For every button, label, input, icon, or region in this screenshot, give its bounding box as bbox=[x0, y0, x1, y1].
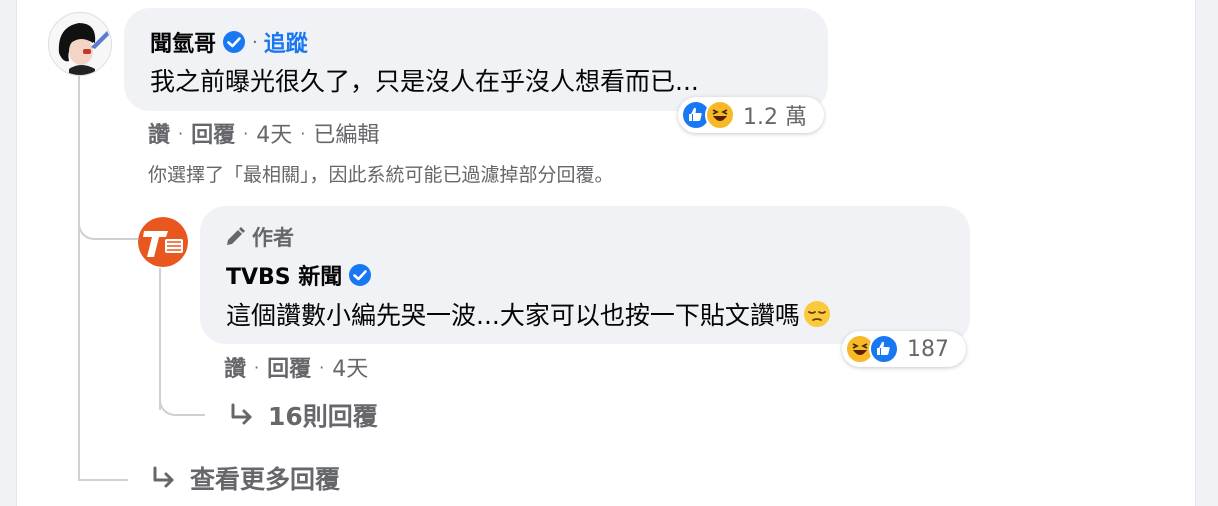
dot-separator: · bbox=[243, 123, 249, 143]
like-button[interactable]: 讚 bbox=[148, 117, 170, 149]
reply-text: 這個讚數小編先哭一波...大家可以也按一下貼文讚嗎 bbox=[226, 301, 800, 330]
dot-separator: · bbox=[252, 31, 258, 53]
commenter-avatar[interactable] bbox=[48, 12, 112, 76]
dot-separator: · bbox=[300, 123, 306, 143]
reply-reactions[interactable]: 187 bbox=[842, 331, 966, 367]
reply-timestamp[interactable]: 4天 bbox=[332, 351, 368, 383]
comment-reactions[interactable]: 1.2 萬 bbox=[678, 97, 824, 133]
edited-label[interactable]: 已編輯 bbox=[313, 117, 379, 149]
author-badge-label: 作者 bbox=[252, 226, 294, 250]
reply-button[interactable]: 回覆 bbox=[191, 117, 235, 149]
reply-thread-curve bbox=[159, 384, 205, 416]
comment-timestamp[interactable]: 4天 bbox=[256, 117, 292, 149]
verified-badge-icon bbox=[349, 264, 372, 286]
view-replies-label: 16則回覆 bbox=[268, 402, 378, 431]
pensive-face-icon bbox=[803, 301, 830, 327]
tvbs-avatar[interactable] bbox=[138, 217, 188, 267]
thread-line-connector bbox=[78, 479, 128, 481]
reaction-count: 1.2 萬 bbox=[743, 105, 807, 130]
comment-author-name[interactable]: 聞氫哥 bbox=[150, 26, 216, 58]
like-reaction-icon bbox=[869, 334, 899, 364]
reply-text-row: 這個讚數小編先哭一波...大家可以也按一下貼文讚嗎 bbox=[226, 296, 832, 332]
reply-arrow-icon bbox=[153, 466, 174, 488]
comment-text: 我之前曝光很久了，只是沒人在乎沒人想看而已... bbox=[150, 67, 699, 96]
haha-reaction-icon bbox=[705, 100, 735, 130]
pencil-icon bbox=[227, 227, 245, 245]
follow-button[interactable]: 追蹤 bbox=[264, 26, 308, 58]
filter-notice: 你選擇了「最相關」，因此系統可能已過濾掉部分回覆。 bbox=[148, 164, 614, 186]
thread-line bbox=[78, 76, 80, 481]
view-replies-button[interactable]: 16則回覆 bbox=[228, 397, 378, 433]
comment-author-row: 聞氫哥 · 追蹤 bbox=[150, 26, 308, 58]
reaction-count: 187 bbox=[907, 336, 949, 362]
dot-separator: · bbox=[178, 123, 184, 143]
comment-actions: 讚 · 回覆 · 4天 · 已編輯 bbox=[148, 117, 379, 149]
verified-badge-icon bbox=[223, 31, 246, 53]
like-button[interactable]: 讚 bbox=[224, 351, 246, 383]
view-more-replies-label: 查看更多回覆 bbox=[190, 465, 341, 494]
author-badge: 作者 bbox=[224, 222, 294, 252]
reply-button[interactable]: 回覆 bbox=[267, 351, 311, 383]
thread-line-curve bbox=[78, 196, 138, 240]
reply-actions: 讚 · 回覆 · 4天 bbox=[224, 351, 368, 383]
reply-author-name[interactable]: TVBS 新聞 bbox=[226, 259, 342, 291]
view-more-replies-button[interactable]: 查看更多回覆 bbox=[150, 460, 340, 496]
dot-separator: · bbox=[254, 357, 260, 377]
dot-separator: · bbox=[319, 357, 325, 377]
reply-author-row: TVBS 新聞 bbox=[226, 259, 372, 291]
reply-arrow-icon bbox=[231, 403, 252, 425]
